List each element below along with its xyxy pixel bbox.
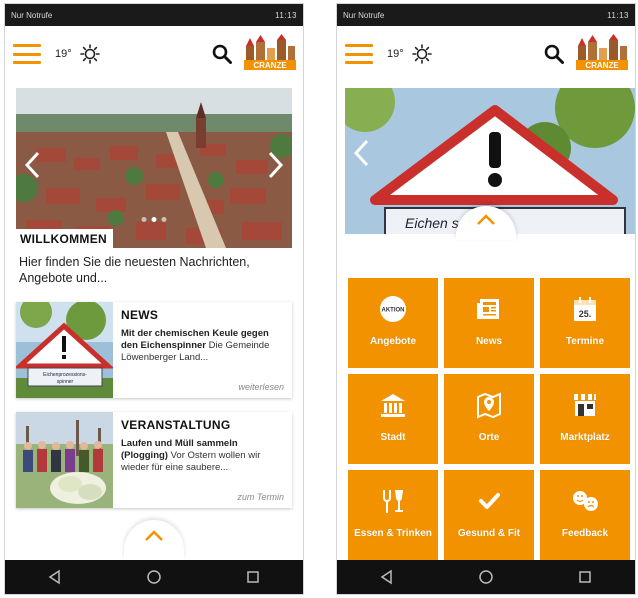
- tile-essen-trinken[interactable]: Essen & Trinken: [348, 470, 438, 560]
- event-thumbnail: [16, 412, 113, 508]
- status-bar: Nur Notrufe 11:13: [5, 4, 303, 26]
- tile-label: Gesund & Fit: [457, 528, 521, 539]
- back-icon[interactable]: [46, 568, 64, 586]
- tile-termine[interactable]: 25. Termine: [540, 278, 630, 368]
- fork-glass-icon: [378, 486, 408, 516]
- city-logo-icon[interactable]: CRANZE: [243, 34, 297, 72]
- map-pin-icon: [474, 390, 504, 420]
- phone-menu-screen: Nur Notrufe 11:13 19° CRANZE Eichen ssio…: [336, 3, 636, 595]
- calendar-icon: 25.: [570, 294, 600, 324]
- clock-text: 11:13: [607, 10, 629, 20]
- tile-label: Termine: [565, 336, 605, 347]
- chevron-up-icon: [145, 530, 163, 541]
- card-title: Laufen und Müll sammeln (Plogging) Vor O…: [121, 438, 286, 474]
- app-bar: 19° CRANZE: [5, 26, 303, 82]
- recents-icon[interactable]: [244, 568, 262, 586]
- card-category: VERANSTALTUNG: [121, 418, 231, 432]
- slider-next-icon[interactable]: [264, 150, 286, 180]
- android-nav-bar: [337, 560, 635, 594]
- phone-home-screen: Nur Notrufe 11:13 19° CRANZE WILLKOMMEN …: [4, 3, 304, 595]
- tile-orte[interactable]: Orte: [444, 374, 534, 464]
- city-logo-icon[interactable]: CRANZE: [575, 34, 629, 72]
- welcome-slider[interactable]: WILLKOMMEN: [16, 88, 292, 248]
- tile-label: Feedback: [561, 528, 609, 539]
- slider-text[interactable]: Hier finden Sie die neuesten Nachrichten…: [19, 254, 289, 288]
- slider-dot[interactable]: [161, 217, 167, 222]
- aktion-badge-text: AKTION: [382, 308, 405, 314]
- tile-angebote[interactable]: AKTION Angebote: [348, 278, 438, 368]
- tile-label: News: [475, 336, 503, 347]
- townhall-icon: [378, 390, 408, 420]
- smiley-icon: [570, 486, 600, 516]
- event-link[interactable]: zum Termin: [237, 492, 284, 502]
- slider-dot[interactable]: [141, 217, 147, 222]
- home-icon[interactable]: [477, 568, 495, 586]
- news-card[interactable]: Eichenprozessions- spinner NEWS Mit der …: [16, 302, 292, 398]
- town-aerial-photo: [16, 88, 292, 248]
- logo-text: CRANZE: [585, 61, 619, 70]
- event-card[interactable]: VERANSTALTUNG Laufen und Müll sammeln (P…: [16, 412, 292, 508]
- temperature-text: 19°: [55, 48, 72, 60]
- tile-feedback[interactable]: Feedback: [540, 470, 630, 560]
- sun-icon: [79, 44, 100, 64]
- slider-prev-icon[interactable]: [22, 150, 44, 180]
- menu-grid: AKTION Angebote News 25. Termine Stadt O…: [348, 278, 630, 560]
- svg-text:Eichenprozessions-: Eichenprozessions-: [43, 372, 87, 378]
- read-more-link[interactable]: weiterlesen: [238, 382, 284, 392]
- main-menu-panel: AKTION Angebote News 25. Termine Stadt O…: [337, 206, 635, 560]
- clock-text: 11:13: [275, 10, 297, 20]
- tile-marktplatz[interactable]: Marktplatz: [540, 374, 630, 464]
- svg-text:spinner: spinner: [57, 379, 74, 385]
- home-icon[interactable]: [145, 568, 163, 586]
- recents-icon[interactable]: [576, 568, 594, 586]
- hamburger-menu-icon[interactable]: [13, 44, 41, 64]
- sun-icon: [411, 44, 432, 64]
- slider-prev-icon[interactable]: [351, 138, 373, 168]
- tile-label: Marktplatz: [560, 432, 610, 443]
- temperature-text: 19°: [387, 48, 404, 60]
- card-title: Mit der chemischen Keule gegen den Eiche…: [121, 328, 286, 364]
- news-thumbnail: Eichenprozessions- spinner: [16, 302, 113, 398]
- shop-icon: [570, 390, 600, 420]
- hamburger-menu-icon[interactable]: [345, 44, 373, 64]
- app-bar: 19° CRANZE: [337, 26, 635, 82]
- calendar-day-text: 25.: [579, 309, 592, 319]
- tile-stadt[interactable]: Stadt: [348, 374, 438, 464]
- newspaper-icon: [474, 294, 504, 324]
- logo-text: CRANZE: [253, 61, 287, 70]
- carrier-text: Nur Notrufe: [343, 10, 385, 20]
- slider-dot[interactable]: [151, 217, 157, 222]
- slider-dots[interactable]: [141, 217, 167, 222]
- search-icon[interactable]: [543, 43, 565, 65]
- carrier-text: Nur Notrufe: [11, 10, 53, 20]
- checkmark-icon: [474, 486, 504, 516]
- tile-label: Essen & Trinken: [354, 528, 432, 539]
- tile-label: Stadt: [380, 432, 406, 443]
- back-icon[interactable]: [378, 568, 396, 586]
- tile-label: Angebote: [369, 336, 417, 347]
- tile-news[interactable]: News: [444, 278, 534, 368]
- chevron-up-icon: [477, 214, 495, 225]
- android-nav-bar: [5, 560, 303, 594]
- search-icon[interactable]: [211, 43, 233, 65]
- aktion-badge-icon: AKTION: [378, 294, 408, 324]
- status-bar: Nur Notrufe 11:13: [337, 4, 635, 26]
- slider-label: WILLKOMMEN: [16, 229, 113, 248]
- tile-gesund-fit[interactable]: Gesund & Fit: [444, 470, 534, 560]
- card-category: NEWS: [121, 308, 159, 322]
- tile-label: Orte: [478, 432, 500, 443]
